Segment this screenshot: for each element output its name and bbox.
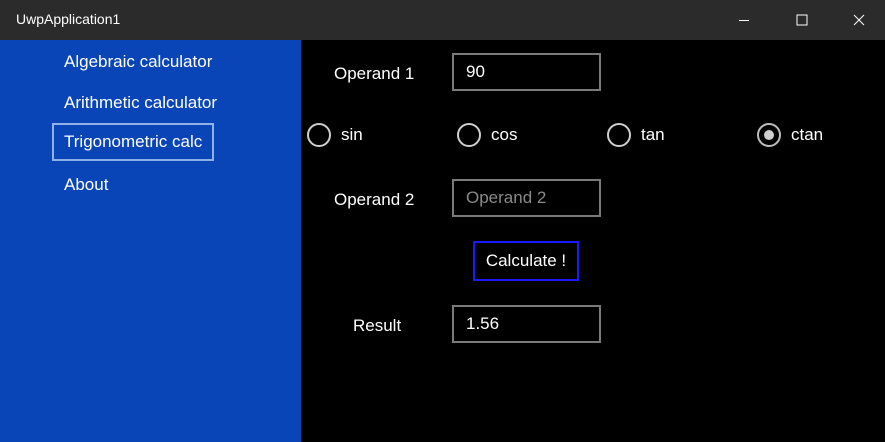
- radio-tan[interactable]: tan: [607, 123, 665, 147]
- calculate-button-label: Calculate !: [485, 251, 567, 270]
- radio-label-sin: sin: [341, 125, 363, 144]
- radio-sin[interactable]: sin: [307, 123, 363, 147]
- radio-label-ctan: ctan: [791, 125, 824, 144]
- result-label: Result: [353, 316, 402, 335]
- sidebar-nav: Algebraic calculator Arithmetic calculat…: [0, 40, 301, 442]
- nav-item-about[interactable]: About: [52, 166, 120, 204]
- radio-cos[interactable]: cos: [457, 123, 517, 147]
- nav-item-label: Trigonometric calc: [64, 132, 203, 151]
- operand1-input[interactable]: [452, 53, 601, 91]
- nav-item-trigonometric[interactable]: Trigonometric calc: [52, 123, 215, 161]
- radio-ctan[interactable]: ctan: [757, 123, 823, 147]
- close-button[interactable]: [834, 0, 884, 40]
- operand1-label: Operand 1: [334, 64, 415, 83]
- minimize-icon: [739, 20, 749, 21]
- calculate-button[interactable]: Calculate !: [473, 241, 579, 281]
- maximize-icon: [796, 14, 808, 26]
- maximize-button[interactable]: [777, 0, 827, 40]
- radio-circle-ctan[interactable]: [757, 123, 781, 147]
- operand2-label: Operand 2: [334, 190, 415, 209]
- nav-item-arithmetic[interactable]: Arithmetic calculator: [52, 84, 229, 122]
- minimize-button[interactable]: [719, 0, 769, 40]
- radio-circle-cos[interactable]: [457, 123, 481, 147]
- radio-label-tan: tan: [641, 125, 665, 144]
- calculator-panel: Operand 1 sin cos tan ctan Operand 2 Cal…: [301, 40, 885, 442]
- operand2-input[interactable]: [452, 179, 601, 217]
- nav-item-label: Arithmetic calculator: [64, 93, 218, 112]
- nav-item-label: Algebraic calculator: [64, 52, 213, 71]
- radio-circle-tan[interactable]: [607, 123, 631, 147]
- result-output[interactable]: [452, 305, 601, 343]
- radio-label-cos: cos: [491, 125, 518, 144]
- nav-item-label: About: [64, 175, 109, 194]
- nav-item-algebraic[interactable]: Algebraic calculator: [52, 43, 224, 81]
- title-bar: UwpApplication1: [0, 0, 885, 40]
- close-icon: [853, 14, 865, 26]
- window-title: UwpApplication1: [16, 11, 121, 27]
- radio-circle-sin[interactable]: [307, 123, 331, 147]
